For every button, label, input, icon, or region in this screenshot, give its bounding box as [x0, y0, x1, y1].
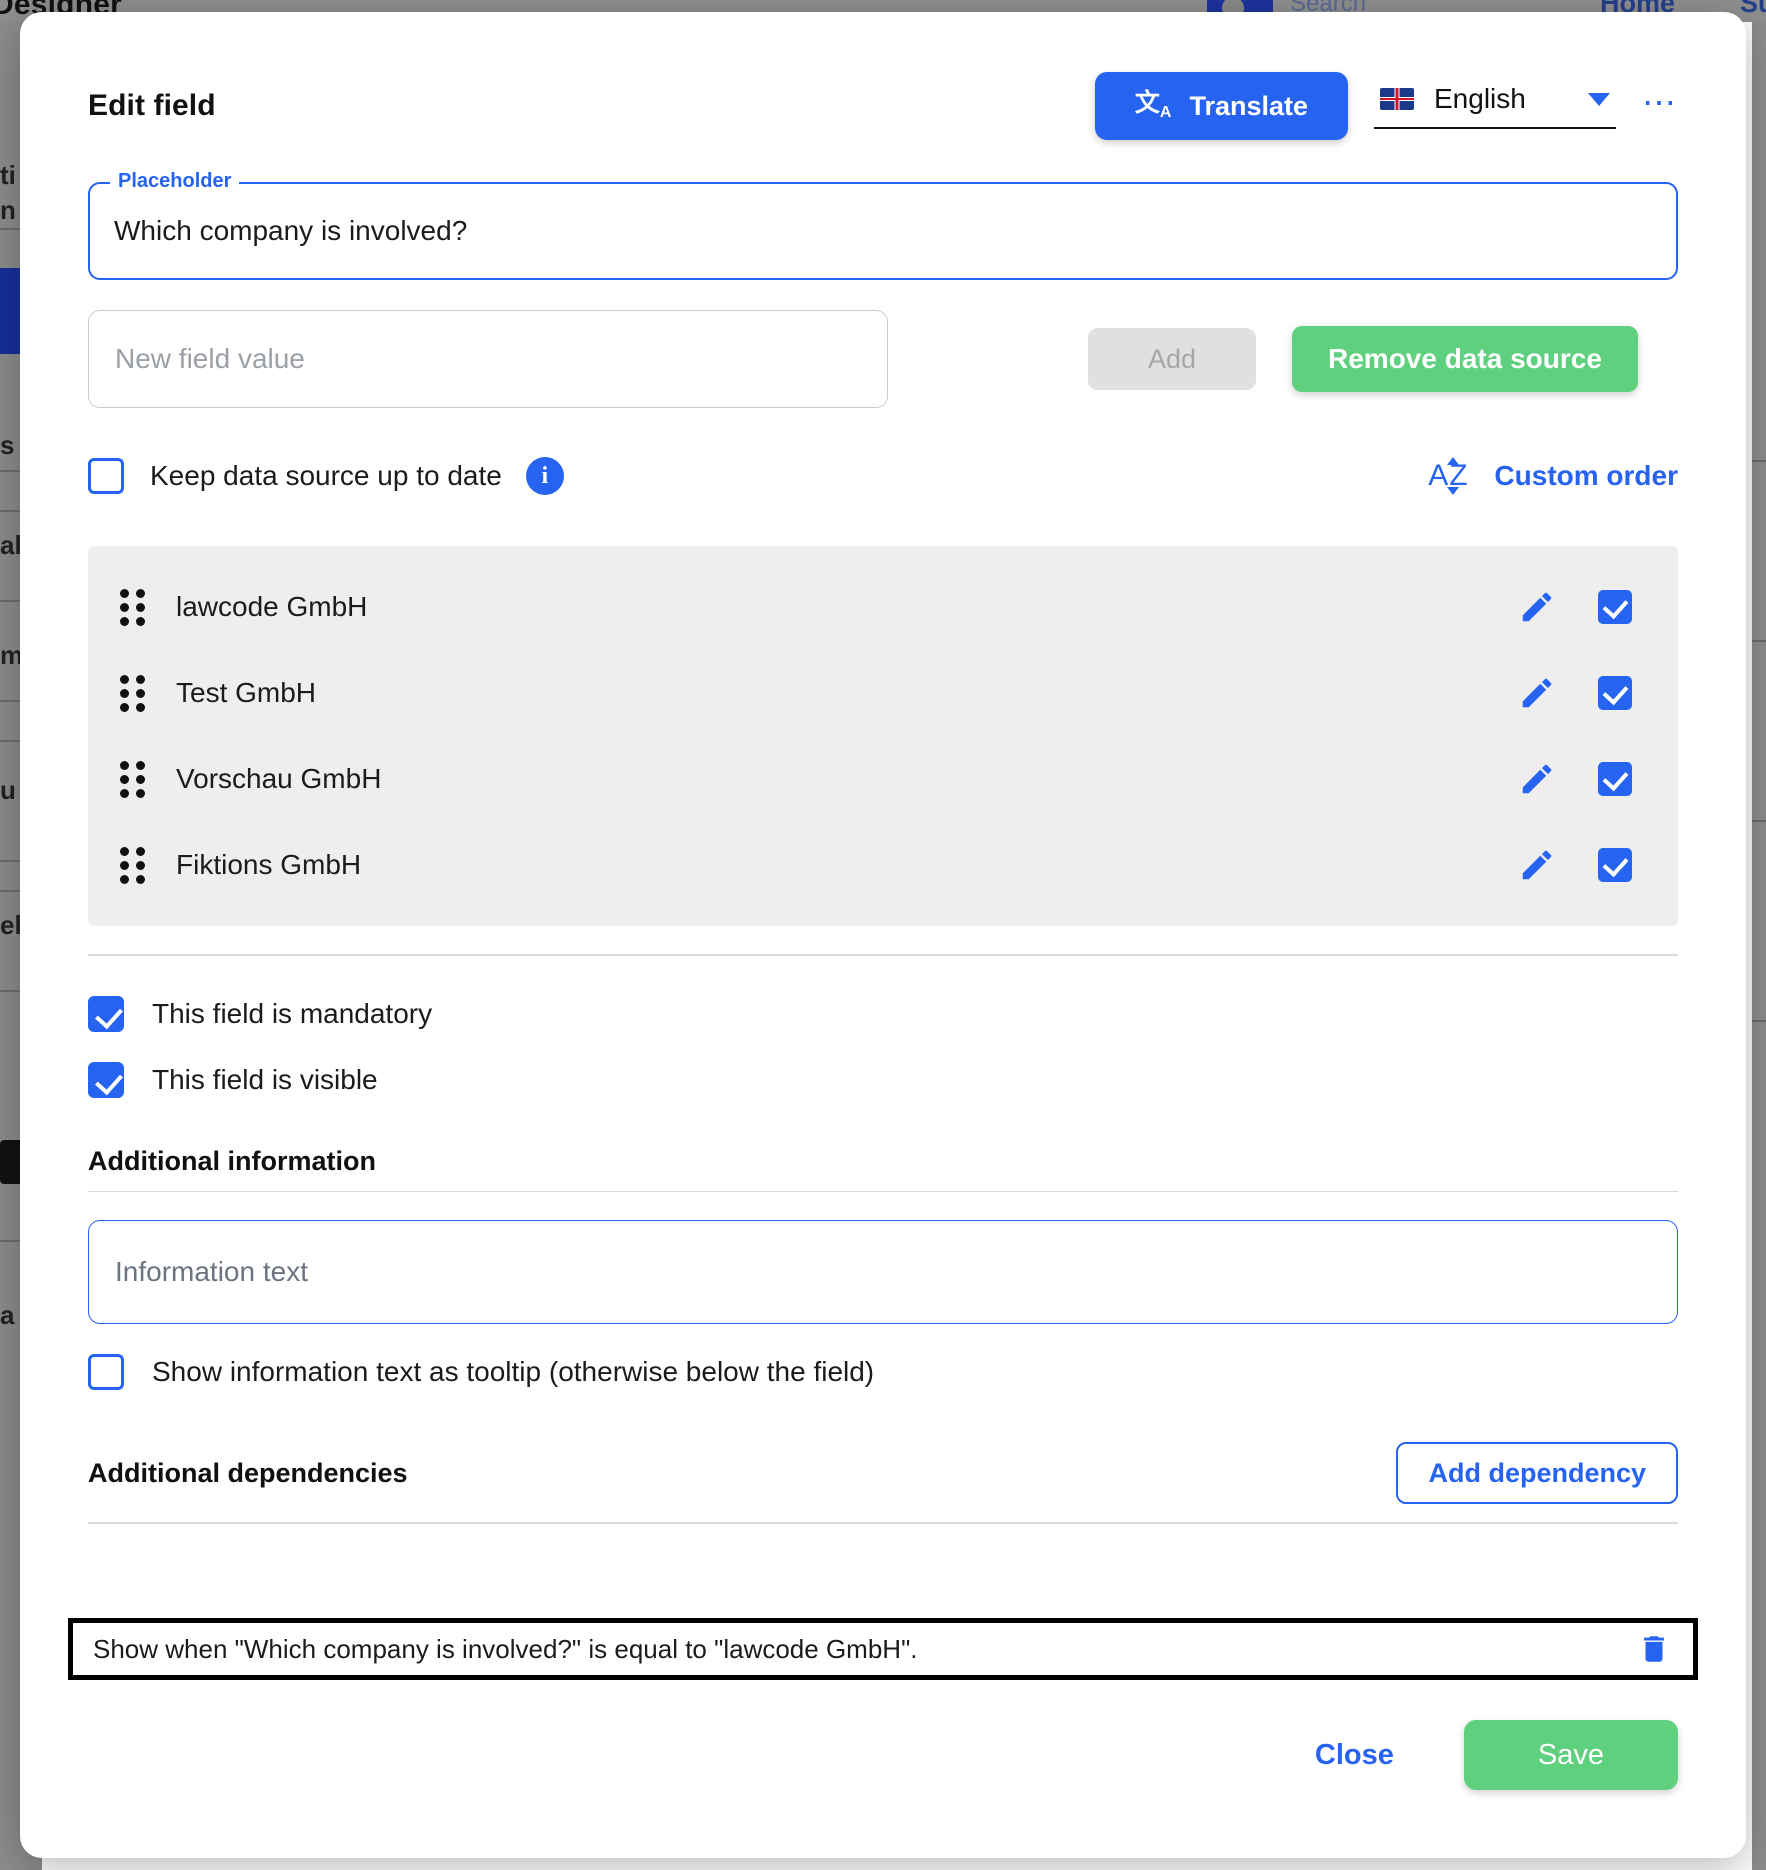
translate-icon: 文A	[1134, 89, 1172, 121]
sort-alpha-icon: AZ	[1424, 456, 1472, 496]
table-row[interactable]: Fiktions GmbH	[88, 822, 1678, 908]
mandatory-label: This field is mandatory	[152, 997, 433, 1029]
table-row[interactable]: lawcode GmbH	[88, 564, 1678, 650]
dependencies-header: Additional dependencies Add dependency	[88, 1442, 1678, 1504]
info-icon[interactable]: i	[525, 457, 564, 495]
list-item-label: Vorschau GmbH	[176, 763, 382, 794]
custom-order-label: Custom order	[1494, 460, 1678, 491]
table-row[interactable]: Test GmbH	[88, 650, 1678, 736]
background-divider	[1752, 820, 1766, 822]
keep-data-source-label: Keep data source up to date	[150, 460, 502, 491]
value-enabled-checkbox[interactable]	[1598, 762, 1632, 796]
mandatory-row: This field is mandatory	[88, 995, 1678, 1032]
information-text-input[interactable]	[88, 1220, 1678, 1324]
language-value: English	[1434, 83, 1526, 114]
dependencies-title: Additional dependencies	[88, 1457, 408, 1488]
header-actions: 文A Translate English ⋯	[1094, 72, 1678, 140]
custom-order-button[interactable]: AZ Custom order	[1424, 456, 1678, 496]
edit-pencil-icon[interactable]	[1518, 674, 1556, 712]
visible-label: This field is visible	[152, 1063, 378, 1095]
placeholder-field-legend: Placeholder	[110, 170, 240, 193]
translate-button-label: Translate	[1189, 90, 1308, 121]
close-button[interactable]: Close	[1297, 1729, 1412, 1782]
table-row[interactable]: Vorschau GmbH	[88, 736, 1678, 822]
keep-data-source-checkbox[interactable]	[88, 458, 124, 494]
background-divider	[1752, 640, 1766, 642]
add-dependency-button[interactable]: Add dependency	[1396, 1442, 1678, 1504]
background-divider	[1752, 460, 1766, 462]
row-actions	[1518, 846, 1632, 884]
drag-handle-icon[interactable]	[120, 588, 146, 626]
dependency-text: Show when "Which company is involved?" i…	[93, 1633, 918, 1664]
drag-handle-icon[interactable]	[120, 674, 146, 712]
divider	[88, 1190, 1678, 1192]
field-values-list: lawcode GmbH Test GmbH Vorschau GmbH Fik…	[88, 546, 1678, 926]
visible-checkbox[interactable]	[88, 1061, 124, 1098]
drag-handle-icon[interactable]	[120, 760, 146, 798]
edit-pencil-icon[interactable]	[1518, 588, 1556, 626]
row-actions	[1518, 674, 1632, 712]
divider	[88, 1522, 1678, 1524]
list-item-label: Test GmbH	[176, 677, 317, 708]
chevron-down-icon	[1588, 92, 1610, 106]
list-item-label: lawcode GmbH	[176, 591, 368, 622]
divider	[88, 954, 1678, 956]
placeholder-field-value: Which company is involved?	[114, 215, 468, 246]
kebab-menu-icon[interactable]: ⋯	[1642, 86, 1678, 126]
drag-handle-icon[interactable]	[120, 846, 146, 884]
show-tooltip-checkbox[interactable]	[88, 1354, 124, 1390]
row-actions	[1518, 760, 1632, 798]
list-item-label: Fiktions GmbH	[176, 849, 362, 880]
dialog-footer: Close Save	[20, 1690, 1746, 1858]
value-enabled-checkbox[interactable]	[1598, 590, 1632, 624]
background-right-panel	[1752, 22, 1766, 1870]
show-tooltip-label: Show information text as tooltip (otherw…	[152, 1356, 875, 1387]
tooltip-row: Show information text as tooltip (otherw…	[88, 1354, 1678, 1390]
background-divider	[1752, 1020, 1766, 1022]
mandatory-checkbox[interactable]	[88, 995, 124, 1032]
visible-row: This field is visible	[88, 1061, 1678, 1098]
placeholder-field[interactable]: Placeholder Which company is involved?	[88, 170, 1678, 280]
edit-pencil-icon[interactable]	[1518, 846, 1556, 884]
dependency-item[interactable]: Show when "Which company is involved?" i…	[68, 1618, 1698, 1680]
dialog-title: Edit field	[88, 89, 216, 122]
dialog-header: Edit field 文A Translate English ⋯	[88, 70, 1678, 142]
trash-icon[interactable]	[1637, 1630, 1671, 1668]
new-value-row: Add Remove data source	[88, 310, 1678, 408]
keep-data-source-row: Keep data source up to date i AZ Custom …	[88, 448, 1678, 504]
value-enabled-checkbox[interactable]	[1598, 676, 1632, 710]
translate-button[interactable]: 文A Translate	[1094, 72, 1348, 140]
edit-field-dialog: Edit field 文A Translate English ⋯ Placeh…	[20, 12, 1746, 1858]
background-nav-su: Su	[1740, 0, 1766, 18]
new-field-value-input[interactable]	[88, 310, 888, 408]
edit-pencil-icon[interactable]	[1518, 760, 1556, 798]
language-select[interactable]: English	[1374, 83, 1616, 129]
value-enabled-checkbox[interactable]	[1598, 848, 1632, 882]
add-button[interactable]: Add	[1088, 328, 1256, 390]
uk-flag-icon	[1380, 88, 1414, 110]
additional-information-title: Additional information	[88, 1145, 376, 1176]
row-actions	[1518, 588, 1632, 626]
save-button[interactable]: Save	[1463, 1720, 1678, 1790]
remove-data-source-button[interactable]: Remove data source	[1292, 326, 1638, 392]
